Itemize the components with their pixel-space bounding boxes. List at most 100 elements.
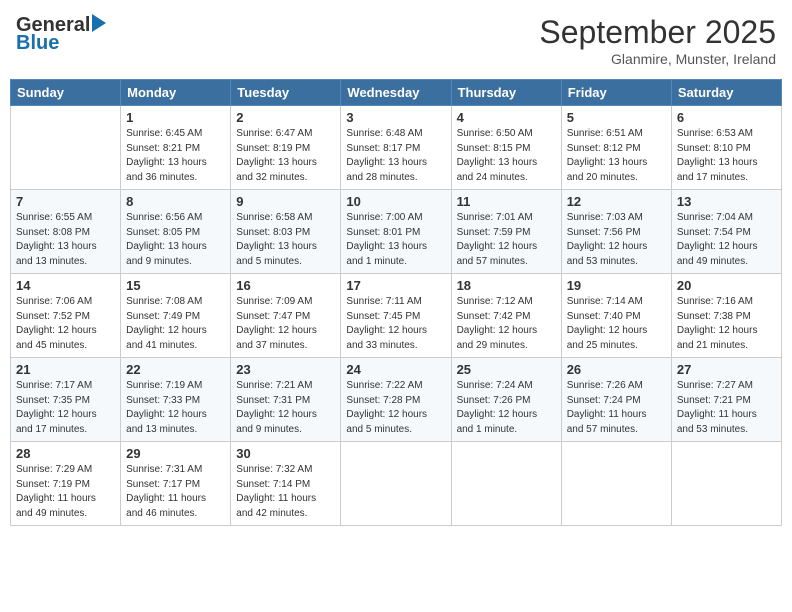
calendar-table: SundayMondayTuesdayWednesdayThursdayFrid…: [10, 79, 782, 526]
day-number: 10: [346, 194, 445, 209]
cell-info: Sunrise: 7:27 AMSunset: 7:21 PMDaylight:…: [677, 380, 757, 435]
calendar-cell: 14Sunrise: 7:06 AMSunset: 7:52 PMDayligh…: [11, 274, 121, 358]
calendar-week-3: 14Sunrise: 7:06 AMSunset: 7:52 PMDayligh…: [11, 274, 782, 358]
calendar-header-row: SundayMondayTuesdayWednesdayThursdayFrid…: [11, 80, 782, 106]
calendar-cell: 27 Sunrise: 7:27 AMSunset: 7:21 PMDayligh…: [671, 358, 781, 442]
cell-info: Sunrise: 6:48 AMSunset: 8:17 PMDaylight:…: [346, 128, 427, 183]
day-number: 12: [567, 194, 666, 209]
day-number: 19: [567, 278, 666, 293]
calendar-cell: 22 Sunrise: 7:19 AMSunset: 7:33 PMDayligh…: [121, 358, 231, 442]
col-header-sunday: Sunday: [11, 80, 121, 106]
cell-info: Sunrise: 7:21 AMSunset: 7:31 PMDaylight:…: [236, 380, 317, 435]
cell-info: Sunrise: 6:58 AMSunset: 8:03 PMDaylight:…: [236, 212, 317, 267]
calendar-cell: 5 Sunrise: 6:51 AMSunset: 8:12 PMDaylight…: [561, 106, 671, 190]
calendar-cell: 4 Sunrise: 6:50 AMSunset: 8:15 PMDaylight…: [451, 106, 561, 190]
calendar-cell: 23 Sunrise: 7:21 AMSunset: 7:31 PMDayligh…: [231, 358, 341, 442]
cell-info: Sunrise: 7:26 AMSunset: 7:24 PMDaylight:…: [567, 380, 647, 435]
calendar-cell: 13 Sunrise: 7:04 AMSunset: 7:54 PMDayligh…: [671, 190, 781, 274]
day-number: 23: [236, 362, 335, 377]
day-number: 1: [126, 110, 225, 125]
calendar-cell: 29 Sunrise: 7:31 AMSunset: 7:17 PMDayligh…: [121, 442, 231, 526]
day-number: 22: [126, 362, 225, 377]
day-number: 30: [236, 446, 335, 461]
calendar-week-2: 7 Sunrise: 6:55 AMSunset: 8:08 PMDaylight…: [11, 190, 782, 274]
day-number: 28: [16, 446, 115, 461]
cell-info: Sunrise: 7:22 AMSunset: 7:28 PMDaylight:…: [346, 380, 427, 435]
calendar-cell: 30Sunrise: 7:32 AMSunset: 7:14 PMDayligh…: [231, 442, 341, 526]
calendar-week-5: 28 Sunrise: 7:29 AMSunset: 7:19 PMDayligh…: [11, 442, 782, 526]
calendar-cell: 20 Sunrise: 7:16 AMSunset: 7:38 PMDayligh…: [671, 274, 781, 358]
cell-info: Sunrise: 6:47 AMSunset: 8:19 PMDaylight:…: [236, 128, 317, 183]
page-header: General Blue September 2025 Glanmire, Mu…: [10, 10, 782, 71]
calendar-cell: 16Sunrise: 7:09 AMSunset: 7:47 PMDayligh…: [231, 274, 341, 358]
location-subtitle: Glanmire, Munster, Ireland: [539, 51, 776, 67]
cell-info: Sunrise: 6:51 AMSunset: 8:12 PMDaylight:…: [567, 128, 648, 183]
calendar-cell: 3 Sunrise: 6:48 AMSunset: 8:17 PMDaylight…: [341, 106, 451, 190]
day-number: 18: [457, 278, 556, 293]
day-number: 24: [346, 362, 445, 377]
calendar-cell: 12Sunrise: 7:03 AMSunset: 7:56 PMDayligh…: [561, 190, 671, 274]
cell-info: Sunrise: 7:31 AMSunset: 7:17 PMDaylight:…: [126, 464, 206, 519]
day-number: 6: [677, 110, 776, 125]
logo: General Blue: [16, 14, 106, 54]
col-header-wednesday: Wednesday: [341, 80, 451, 106]
cell-info: Sunrise: 7:24 AMSunset: 7:26 PMDaylight:…: [457, 380, 538, 435]
logo-triangle-icon: [92, 14, 106, 32]
day-number: 17: [346, 278, 445, 293]
calendar-cell: [671, 442, 781, 526]
calendar-cell: 26Sunrise: 7:26 AMSunset: 7:24 PMDayligh…: [561, 358, 671, 442]
col-header-friday: Friday: [561, 80, 671, 106]
day-number: 13: [677, 194, 776, 209]
calendar-cell: 18 Sunrise: 7:12 AMSunset: 7:42 PMDayligh…: [451, 274, 561, 358]
day-number: 21: [16, 362, 115, 377]
calendar-cell: 25 Sunrise: 7:24 AMSunset: 7:26 PMDayligh…: [451, 358, 561, 442]
calendar-cell: 21 Sunrise: 7:17 AMSunset: 7:35 PMDayligh…: [11, 358, 121, 442]
calendar-cell: 10Sunrise: 7:00 AMSunset: 8:01 PMDayligh…: [341, 190, 451, 274]
cell-info: Sunrise: 6:50 AMSunset: 8:15 PMDaylight:…: [457, 128, 538, 183]
day-number: 7: [16, 194, 115, 209]
cell-info: Sunrise: 7:12 AMSunset: 7:42 PMDaylight:…: [457, 296, 538, 351]
calendar-cell: 24 Sunrise: 7:22 AMSunset: 7:28 PMDayligh…: [341, 358, 451, 442]
calendar-cell: 28 Sunrise: 7:29 AMSunset: 7:19 PMDayligh…: [11, 442, 121, 526]
calendar-cell: 17 Sunrise: 7:11 AMSunset: 7:45 PMDayligh…: [341, 274, 451, 358]
cell-info: Sunrise: 7:11 AMSunset: 7:45 PMDaylight:…: [346, 296, 427, 351]
calendar-cell: 1 Sunrise: 6:45 AMSunset: 8:21 PMDaylight…: [121, 106, 231, 190]
day-number: 15: [126, 278, 225, 293]
calendar-cell: 9 Sunrise: 6:58 AMSunset: 8:03 PMDaylight…: [231, 190, 341, 274]
day-number: 8: [126, 194, 225, 209]
cell-info: Sunrise: 7:19 AMSunset: 7:33 PMDaylight:…: [126, 380, 207, 435]
calendar-cell: [11, 106, 121, 190]
cell-info: Sunrise: 6:45 AMSunset: 8:21 PMDaylight:…: [126, 128, 207, 183]
calendar-week-4: 21 Sunrise: 7:17 AMSunset: 7:35 PMDayligh…: [11, 358, 782, 442]
day-number: 9: [236, 194, 335, 209]
day-number: 11: [457, 194, 556, 209]
cell-info: Sunrise: 7:09 AMSunset: 7:47 PMDaylight:…: [236, 296, 317, 351]
calendar-cell: 2Sunrise: 6:47 AMSunset: 8:19 PMDaylight…: [231, 106, 341, 190]
calendar-cell: 19 Sunrise: 7:14 AMSunset: 7:40 PMDayligh…: [561, 274, 671, 358]
day-number: 4: [457, 110, 556, 125]
calendar-cell: 6 Sunrise: 6:53 AMSunset: 8:10 PMDaylight…: [671, 106, 781, 190]
col-header-tuesday: Tuesday: [231, 80, 341, 106]
day-number: 25: [457, 362, 556, 377]
day-number: 27: [677, 362, 776, 377]
cell-info: Sunrise: 7:04 AMSunset: 7:54 PMDaylight:…: [677, 212, 758, 267]
calendar-cell: [561, 442, 671, 526]
cell-info: Sunrise: 6:56 AMSunset: 8:05 PMDaylight:…: [126, 212, 207, 267]
cell-info: Sunrise: 6:53 AMSunset: 8:10 PMDaylight:…: [677, 128, 758, 183]
cell-info: Sunrise: 7:14 AMSunset: 7:40 PMDaylight:…: [567, 296, 648, 351]
calendar-cell: 8 Sunrise: 6:56 AMSunset: 8:05 PMDaylight…: [121, 190, 231, 274]
cell-info: Sunrise: 7:29 AMSunset: 7:19 PMDaylight:…: [16, 464, 96, 519]
day-number: 29: [126, 446, 225, 461]
day-number: 5: [567, 110, 666, 125]
day-number: 3: [346, 110, 445, 125]
calendar-cell: 11Sunrise: 7:01 AMSunset: 7:59 PMDayligh…: [451, 190, 561, 274]
month-title: September 2025: [539, 14, 776, 51]
calendar-week-1: 1 Sunrise: 6:45 AMSunset: 8:21 PMDaylight…: [11, 106, 782, 190]
day-number: 14: [16, 278, 115, 293]
calendar-cell: 7 Sunrise: 6:55 AMSunset: 8:08 PMDaylight…: [11, 190, 121, 274]
day-number: 20: [677, 278, 776, 293]
cell-info: Sunrise: 6:55 AMSunset: 8:08 PMDaylight:…: [16, 212, 97, 267]
cell-info: Sunrise: 7:17 AMSunset: 7:35 PMDaylight:…: [16, 380, 97, 435]
calendar-cell: [451, 442, 561, 526]
cell-info: Sunrise: 7:16 AMSunset: 7:38 PMDaylight:…: [677, 296, 758, 351]
